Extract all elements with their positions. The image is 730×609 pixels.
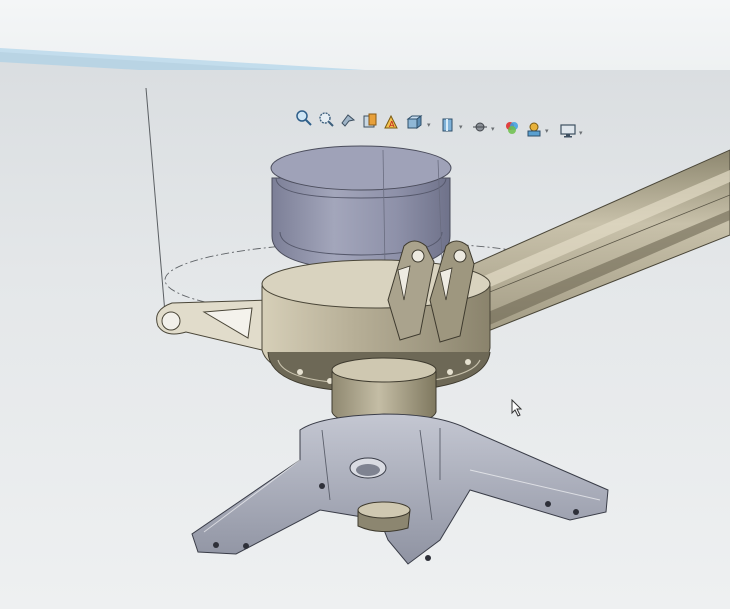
hide-show-icon[interactable]	[470, 117, 490, 137]
display-style-icon[interactable]	[438, 115, 458, 135]
previous-view-icon[interactable]	[338, 110, 358, 130]
heads-up-view-toolbar: A ▾ ▾ ▾ ▾ ▾	[294, 104, 594, 144]
left-bracket-tab[interactable]	[156, 299, 271, 351]
svg-text:A: A	[389, 120, 395, 129]
section-view-icon[interactable]	[360, 111, 380, 131]
zoom-area-icon[interactable]	[316, 109, 336, 129]
cad-screen: A ▾ ▾ ▾ ▾ ▾	[0, 0, 730, 609]
zoom-fit-icon[interactable]	[294, 108, 314, 128]
hide-show-caret-icon[interactable]: ▾	[491, 125, 499, 133]
arm-tube[interactable]	[459, 149, 730, 336]
view-settings-caret-icon[interactable]: ▾	[579, 129, 587, 137]
scene-icon[interactable]	[524, 119, 544, 139]
view-orientation-icon[interactable]	[404, 113, 424, 133]
reference-axis-line	[145, 87, 167, 326]
scene-caret-icon[interactable]: ▾	[545, 127, 553, 135]
annotation-view-icon[interactable]: A	[382, 112, 402, 132]
appearance-icon[interactable]	[502, 118, 522, 138]
display-style-caret-icon[interactable]: ▾	[459, 123, 467, 131]
monitor-icon[interactable]	[558, 121, 578, 141]
graphics-viewport[interactable]	[0, 0, 730, 609]
mouse-cursor-icon	[511, 399, 523, 417]
base-mount[interactable]	[191, 413, 609, 565]
view-orientation-caret-icon[interactable]: ▾	[427, 121, 435, 129]
